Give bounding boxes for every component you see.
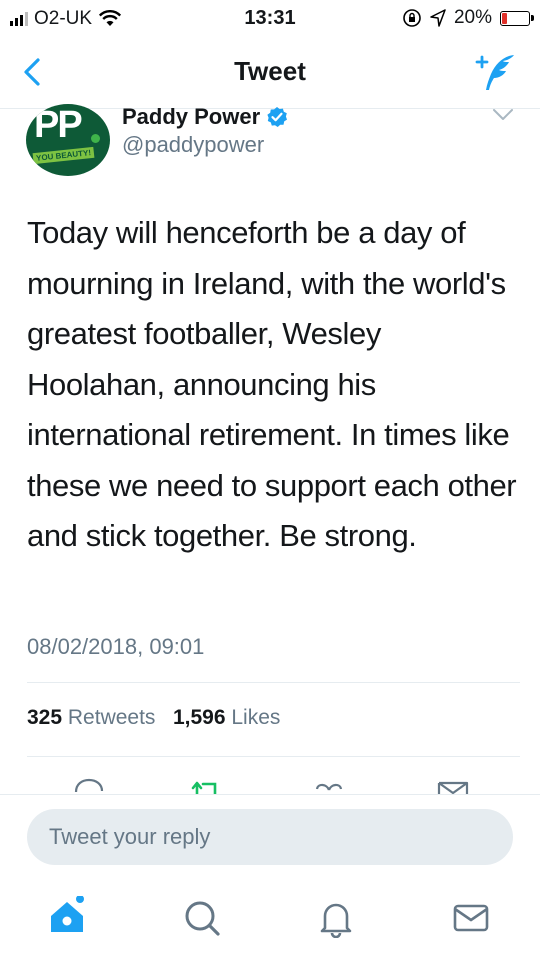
- avatar-badge: YOU BEAUTY!: [32, 146, 95, 165]
- divider: [27, 756, 520, 757]
- retweet-icon[interactable]: [189, 776, 223, 794]
- reply-input[interactable]: Tweet your reply: [27, 809, 513, 865]
- tweet-text: Today will henceforth be a day of mourni…: [27, 215, 517, 553]
- reply-placeholder: Tweet your reply: [49, 824, 211, 849]
- notifications-icon[interactable]: [316, 898, 356, 938]
- verified-badge-icon: [267, 107, 288, 127]
- tweet-author: PP YOU BEAUTY! Paddy Power @paddypower: [0, 98, 540, 178]
- retweets-label: Retweets: [67, 706, 156, 729]
- author-name-text: Paddy Power: [122, 104, 261, 129]
- chevron-down-icon[interactable]: [492, 108, 514, 122]
- compose-tweet-button[interactable]: [474, 50, 518, 94]
- author-name[interactable]: Paddy Power: [122, 104, 288, 130]
- page-title: Tweet: [234, 56, 306, 86]
- divider: [27, 682, 520, 683]
- status-right: 20%: [402, 7, 534, 29]
- avatar-logo-text: PP: [34, 104, 83, 146]
- messages-icon[interactable]: [451, 898, 491, 938]
- retweets-count: 325: [27, 706, 63, 729]
- tweet-stats: 325 Retweets 1,596 Likes: [27, 706, 280, 730]
- battery-icon: [500, 10, 534, 26]
- likes-count: 1,596: [172, 706, 226, 729]
- status-bar: O2-UK 13:31 20%: [0, 0, 540, 36]
- tweet-actions: [0, 774, 540, 794]
- battery-percent: 20%: [453, 7, 492, 28]
- rotation-lock-icon: [403, 9, 421, 27]
- avatar-dot: [91, 134, 100, 143]
- reply-bar: Tweet your reply: [0, 794, 540, 883]
- author-handle[interactable]: @paddypower: [122, 132, 264, 158]
- likes-stat[interactable]: 1,596 Likes: [173, 706, 280, 729]
- like-icon[interactable]: [312, 776, 346, 794]
- home-icon[interactable]: [47, 896, 87, 936]
- retweets-stat[interactable]: 325 Retweets: [27, 706, 155, 729]
- share-icon[interactable]: [436, 776, 470, 794]
- location-arrow-icon: [430, 9, 446, 27]
- tweet-timestamp: 08/02/2018, 09:01: [27, 634, 205, 659]
- likes-label: Likes: [231, 706, 281, 729]
- reply-icon[interactable]: [72, 776, 106, 794]
- avatar[interactable]: PP YOU BEAUTY!: [26, 104, 110, 176]
- search-icon[interactable]: [182, 898, 222, 938]
- tab-bar: [0, 882, 540, 960]
